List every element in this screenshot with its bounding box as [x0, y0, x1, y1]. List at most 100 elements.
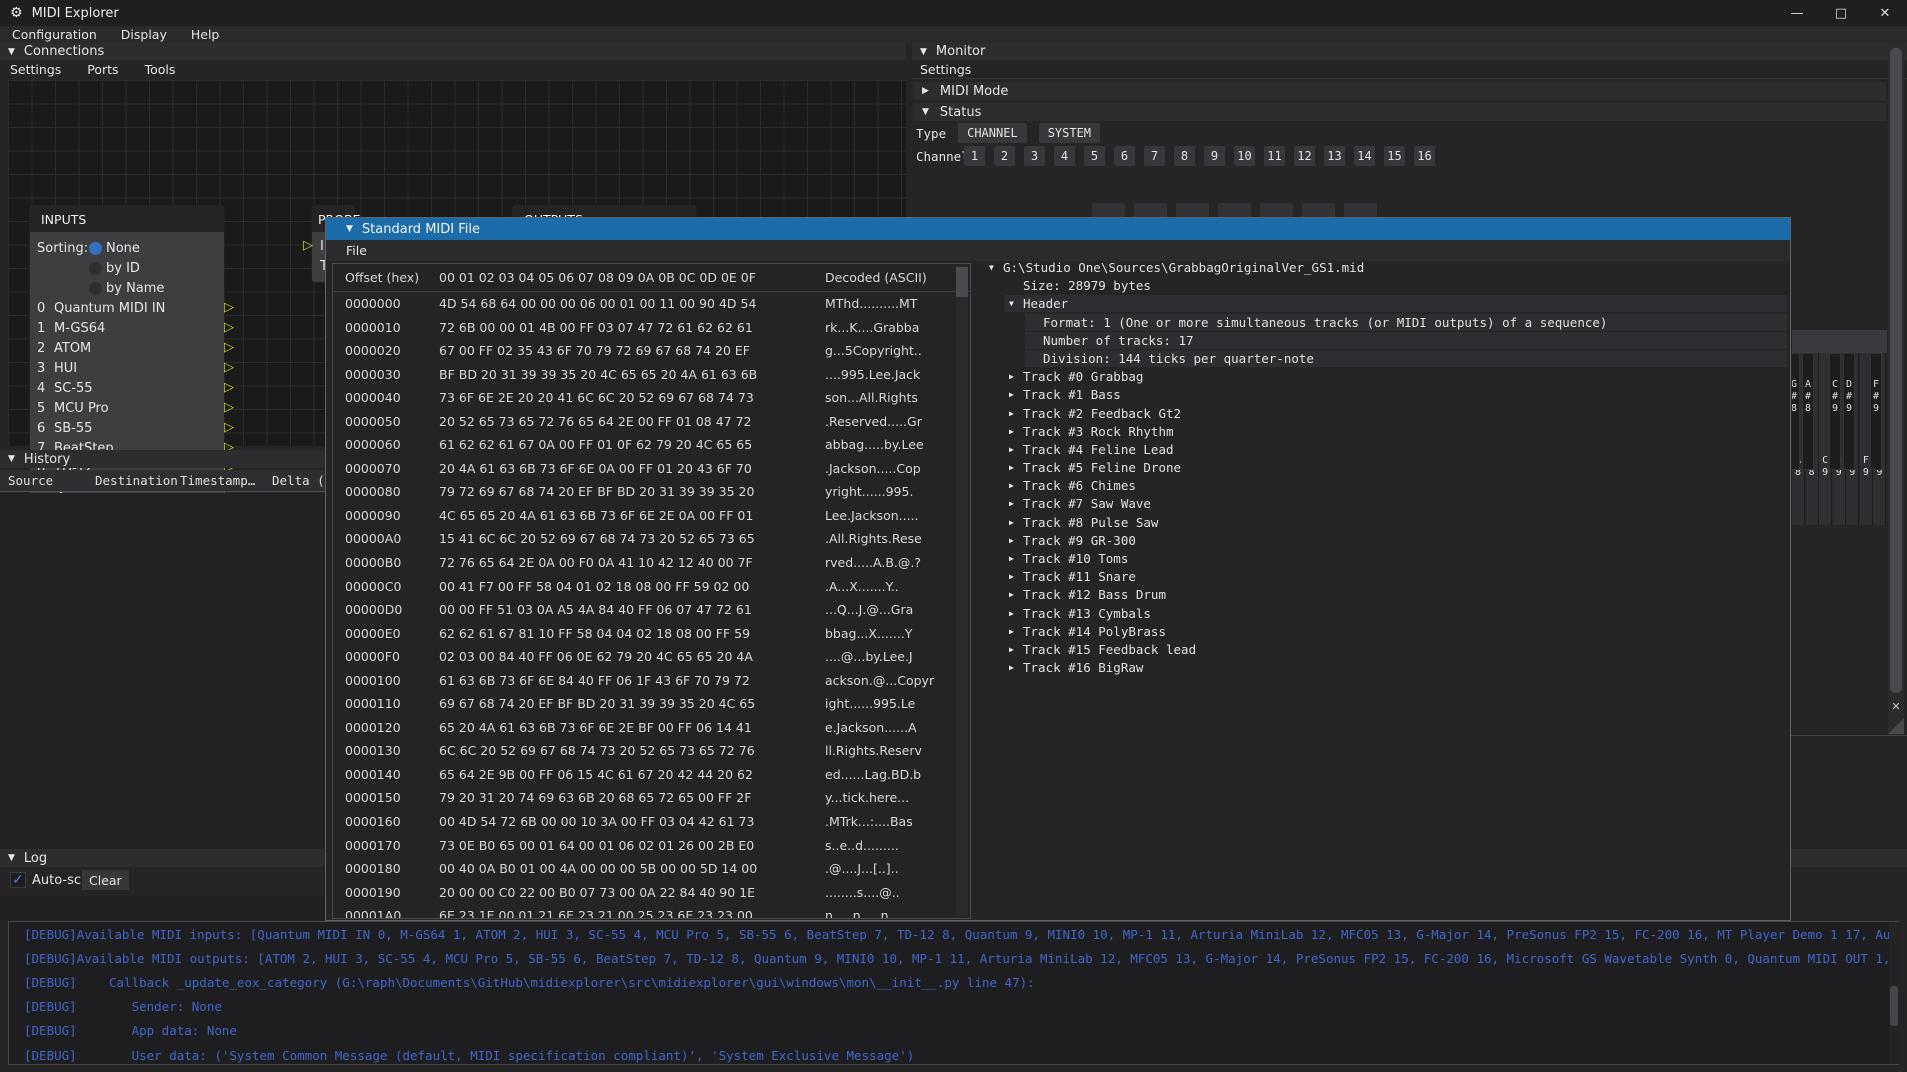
channel-button[interactable]: 9 — [1204, 146, 1225, 166]
hex-row[interactable]: 0000060 61 62 62 61 67 0A 00 FF 01 0F 62… — [333, 433, 970, 457]
output-pin-icon[interactable]: ▷ — [224, 381, 234, 394]
output-pin-icon[interactable]: ▷ — [224, 421, 234, 434]
menu-item[interactable]: Tools — [145, 62, 176, 77]
hex-row[interactable]: 0000130 6C 6C 20 52 69 67 68 74 73 20 52… — [333, 739, 970, 763]
menu-item[interactable]: Settings — [920, 62, 971, 77]
menu-item[interactable]: Ports — [87, 62, 118, 77]
column-timestamp[interactable]: Timestamp… — [180, 473, 255, 488]
expand-icon[interactable]: ▶ — [1009, 499, 1014, 508]
tree-track-row[interactable]: ▶ Track #11 Snare — [986, 568, 1786, 586]
midi-input-item[interactable]: 4 SC-55 ▷ — [30, 378, 224, 398]
black-key[interactable]: C # 9 — [1829, 353, 1841, 470]
tree-track-row[interactable]: ▶ Track #6 Chimes — [986, 477, 1786, 495]
hex-row[interactable]: 0000120 65 20 4A 61 63 6B 73 6F 6E 2E BF… — [333, 716, 970, 740]
tree-file-row[interactable]: ▼ G:\Studio One\Sources\GrabbagOriginalV… — [986, 259, 1786, 277]
hex-viewer[interactable]: Offset (hex) 00 01 02 03 04 05 06 07 08 … — [332, 263, 971, 919]
black-key[interactable]: F # 9 — [1870, 353, 1882, 470]
tree-track-row[interactable]: ▶ Track #2 Feedback Gt2 — [986, 405, 1786, 423]
midi-input-item[interactable]: 3 HUI ▷ — [30, 358, 224, 378]
tree-track-row[interactable]: ▶ Track #3 Rock Rhythm — [986, 423, 1786, 441]
channel-button[interactable]: 16 — [1414, 146, 1435, 166]
hex-row[interactable]: 0000090 4C 65 65 20 4A 61 63 6B 73 6F 6E… — [333, 504, 970, 528]
hex-row[interactable]: 00000F0 02 03 00 84 40 FF 06 0E 62 79 20… — [333, 645, 970, 669]
channel-button[interactable]: 4 — [1054, 146, 1075, 166]
output-pin-icon[interactable]: ▷ — [224, 301, 234, 314]
monitor-scrollbar-thumb[interactable] — [1890, 48, 1902, 693]
log-scrollbar-thumb[interactable] — [1890, 986, 1898, 1026]
status-button[interactable] — [1092, 203, 1125, 217]
expand-icon[interactable]: ▶ — [1009, 409, 1014, 418]
tree-track-row[interactable]: ▶ Track #12 Bass Drum — [986, 586, 1786, 604]
channel-button[interactable]: 6 — [1114, 146, 1135, 166]
midi-input-item[interactable]: 1 M-GS64 ▷ — [30, 318, 224, 338]
menu-item[interactable]: Help — [179, 27, 232, 42]
hex-row[interactable]: 0000000 4D 54 68 64 00 00 00 06 00 01 00… — [333, 292, 970, 316]
expand-icon[interactable]: ▶ — [1009, 572, 1014, 581]
hex-row[interactable]: 00000A0 15 41 6C 6C 20 52 69 67 68 74 73… — [333, 527, 970, 551]
tree-track-row[interactable]: ▶ Track #4 Feline Lead — [986, 441, 1786, 459]
close-icon[interactable]: ✕ — [1888, 698, 1904, 714]
status-button[interactable] — [1302, 203, 1335, 217]
midi-input-item[interactable]: 2 ATOM ▷ — [30, 338, 224, 358]
hex-row[interactable]: 0000070 20 4A 61 63 6B 73 6F 6E 0A 00 FF… — [333, 457, 970, 481]
notes-section-band[interactable] — [1792, 330, 1887, 353]
tree-track-row[interactable]: ▶ Track #13 Cymbals — [986, 605, 1786, 623]
status-button[interactable] — [1344, 203, 1377, 217]
channel-button[interactable]: 15 — [1384, 146, 1405, 166]
tree-track-row[interactable]: ▶ Track #7 Saw Wave — [986, 495, 1786, 513]
hex-row[interactable]: 0000110 69 67 68 74 20 EF BF BD 20 31 39… — [333, 692, 970, 716]
black-key[interactable]: G # 8 — [1792, 353, 1800, 470]
hex-row[interactable]: 00000D0 00 00 FF 51 03 0A A5 4A 84 40 FF… — [333, 598, 970, 622]
tree-track-row[interactable]: ▶ Track #9 GR-300 — [986, 532, 1786, 550]
system-type-button[interactable]: SYSTEM — [1039, 123, 1100, 143]
resize-grip[interactable] — [1888, 718, 1904, 734]
midi-mode-header[interactable]: ▶ MIDI Mode — [913, 82, 1886, 100]
status-header[interactable]: ▼ Status — [913, 103, 1886, 121]
expand-icon[interactable]: ▶ — [1009, 609, 1014, 618]
close-icon[interactable]: ✕ — [1863, 0, 1907, 26]
collapse-icon[interactable]: ▼ — [1009, 299, 1014, 308]
status-button[interactable] — [1134, 203, 1167, 217]
hex-row[interactable]: 0000040 73 6F 6E 2E 20 20 41 6C 6C 20 52… — [333, 386, 970, 410]
hex-row[interactable]: 00000E0 62 62 61 67 81 10 FF 58 04 04 02… — [333, 622, 970, 646]
column-destination[interactable]: Destination — [95, 473, 178, 488]
black-key[interactable]: D # 9 — [1843, 353, 1855, 470]
hex-row[interactable]: 0000080 79 72 69 67 68 74 20 EF BF BD 20… — [333, 480, 970, 504]
hex-row[interactable]: 0000170 73 0E B0 65 00 01 64 00 01 06 02… — [333, 834, 970, 858]
midi-input-item[interactable]: 6 SB-55 ▷ — [30, 418, 224, 438]
channel-button[interactable]: 5 — [1084, 146, 1105, 166]
smf-title-bar[interactable]: ▼ Standard MIDI File — [326, 218, 1790, 240]
hex-scrollbar-thumb[interactable] — [956, 267, 968, 297]
hex-row[interactable]: 0000190 20 00 00 C0 22 00 B0 07 73 00 0A… — [333, 881, 970, 905]
expand-icon[interactable]: ▶ — [1009, 645, 1014, 654]
channel-type-button[interactable]: CHANNEL — [958, 123, 1027, 143]
output-pin-icon[interactable]: ▷ — [224, 401, 234, 414]
radio-none[interactable] — [89, 242, 102, 255]
hex-row[interactable]: 0000020 67 00 FF 02 35 43 6F 70 79 72 69… — [333, 339, 970, 363]
menu-item[interactable]: Configuration — [0, 27, 109, 42]
hex-row[interactable]: 00000C0 00 41 F7 00 FF 58 04 01 02 18 08… — [333, 575, 970, 599]
hex-row[interactable]: 0000160 00 4D 54 72 6B 00 00 10 3A 00 FF… — [333, 810, 970, 834]
column-source[interactable]: Source — [8, 473, 53, 488]
output-pin-icon[interactable]: ▷ — [224, 341, 234, 354]
tree-track-row[interactable]: ▶ Track #15 Feedback lead — [986, 641, 1786, 659]
tree-format-row[interactable]: Format: 1 (One or more simultaneous trac… — [986, 314, 1786, 332]
hex-row[interactable]: 0000050 20 52 65 73 65 72 76 65 64 2E 00… — [333, 410, 970, 434]
status-button[interactable] — [1218, 203, 1251, 217]
expand-icon[interactable]: ▶ — [1009, 536, 1014, 545]
log-filter-input[interactable] — [0, 896, 326, 920]
channel-button[interactable]: 1 — [964, 146, 985, 166]
hex-row[interactable]: 0000030 BF BD 20 31 39 39 35 20 4C 65 65… — [333, 363, 970, 387]
expand-icon[interactable]: ▶ — [1009, 463, 1014, 472]
radio-by-id[interactable] — [89, 262, 102, 275]
tree-header-row[interactable]: ▼ Header — [986, 295, 1786, 313]
hex-row[interactable]: 0000140 65 64 2E 9B 00 FF 06 15 4C 61 67… — [333, 763, 970, 787]
channel-button[interactable]: 10 — [1234, 146, 1255, 166]
tree-track-row[interactable]: ▶ Track #14 PolyBrass — [986, 623, 1786, 641]
hex-row[interactable]: 0000180 00 40 0A B0 01 00 4A 00 00 00 5B… — [333, 857, 970, 881]
expand-icon[interactable]: ▶ — [1009, 663, 1014, 672]
expand-icon[interactable]: ▶ — [1009, 481, 1014, 490]
menu-item[interactable]: Settings — [10, 62, 61, 77]
inputs-node-header[interactable]: INPUTS — [30, 206, 224, 232]
expand-icon[interactable]: ▶ — [1009, 427, 1014, 436]
